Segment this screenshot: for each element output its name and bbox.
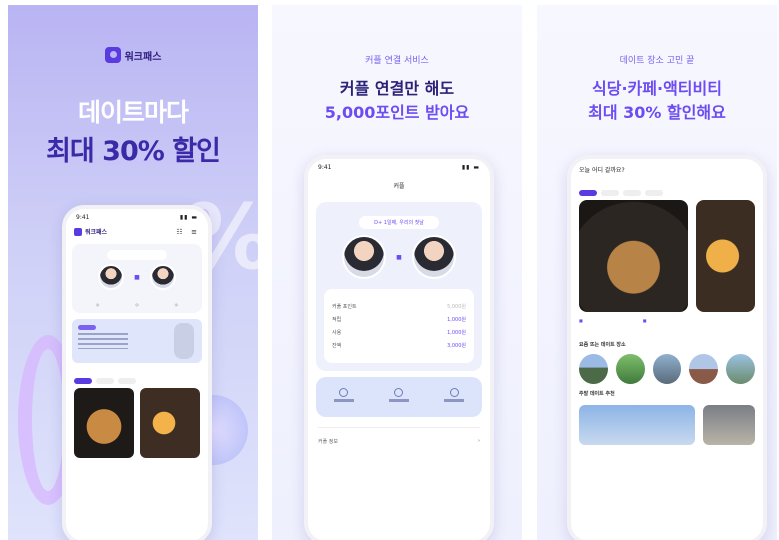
action-couple-connect[interactable] xyxy=(332,388,356,406)
points-row: 사용 1,000원 xyxy=(332,330,466,336)
banner-tag xyxy=(78,325,96,330)
section-title xyxy=(74,369,200,375)
headline-line1: 데이트마다 xyxy=(77,98,189,127)
divider xyxy=(318,427,480,428)
screen-title: 커플 xyxy=(393,183,405,190)
menu-row[interactable]: 커플 정보 › xyxy=(318,438,480,445)
couple-stats: ◎ ◎ ◎ xyxy=(95,302,179,307)
headline-line1: 커플 연결만 해도 xyxy=(339,79,455,98)
points-card: 커플 포인트 5,000원 적립 1,000원 사용 1,000원 잔액 3,000원 xyxy=(324,289,474,363)
headline-line2: 5,000포인트 받아요 xyxy=(324,103,470,122)
signal-battery-icon: ▮▮ ▬ xyxy=(179,214,198,221)
points-row: 커플 포인트 5,000원 xyxy=(332,304,466,310)
app-header: 워크패스 ☷ ≡ xyxy=(66,221,208,242)
promo-panel-discount: % 워크패스 데이트마다 최대 30% 할인 9:41 ▮▮ ▬ 워크패스 ☷ … xyxy=(8,5,258,540)
couple-card: D+ 1일째, 우리의 첫날 ■ 커플 포인트 5,000원 적립 1,000원 사… xyxy=(316,202,482,371)
link-dot-icon: ■ xyxy=(396,253,402,261)
category-chips xyxy=(74,378,200,384)
avatar-names xyxy=(78,292,196,297)
chip[interactable] xyxy=(96,378,114,384)
city-thumb[interactable] xyxy=(579,354,608,384)
chip-active[interactable] xyxy=(579,190,597,196)
section-title: 주말 데이트 추천 xyxy=(579,391,615,397)
headline-line2: 최대 30% 할인해요 xyxy=(588,103,726,122)
place-card-image[interactable] xyxy=(696,200,755,312)
couple-avatars: ■ xyxy=(78,264,196,290)
status-bar: 9:41 ▮▮ ▬ xyxy=(66,209,208,221)
city-thumb[interactable] xyxy=(689,354,719,384)
action-settings[interactable] xyxy=(442,388,466,406)
chip[interactable] xyxy=(623,190,641,196)
status-bar: 9:41 ▮▮ ▬ xyxy=(308,159,490,171)
header-icons[interactable]: ☷ ≡ xyxy=(176,228,200,236)
eyebrow-text: 커플 연결 서비스 xyxy=(365,56,429,66)
chevron-right-icon: › xyxy=(478,438,480,444)
action-bar xyxy=(316,377,482,417)
landscape-cards xyxy=(579,405,755,445)
avatar-right xyxy=(411,235,456,279)
promo-banner[interactable] xyxy=(72,319,202,363)
points-row: 잔액 3,000원 xyxy=(332,343,466,349)
landscape-image[interactable] xyxy=(579,405,695,445)
brand-logo: 워크패스 xyxy=(8,47,258,63)
place-captions xyxy=(579,329,755,335)
eyebrow-text: 데이트 장소 고민 끝 xyxy=(619,56,695,66)
app-store-screenshots: % 워크패스 데이트마다 최대 30% 할인 9:41 ▮▮ ▬ 워크패스 ☷ … xyxy=(0,0,779,540)
city-list xyxy=(579,354,755,384)
status-time: 9:41 xyxy=(318,164,332,171)
couple-avatars: ■ xyxy=(324,235,474,279)
calendar-icon xyxy=(394,388,404,397)
promo-panel-places: 데이트 장소 고민 끝 식당·카페·액티비티 최대 30% 할인해요 오늘 어디… xyxy=(537,5,777,540)
phone-mockup: 9:41 ▮▮ ▬ 커플 D+ 1일째, 우리의 첫날 ■ 커플 포인트 5,00… xyxy=(304,155,494,540)
chip[interactable] xyxy=(645,190,663,196)
link-dot-icon: ■ xyxy=(134,273,140,281)
headline-line2: 최대 30% 할인 xyxy=(46,136,221,167)
food-card-image[interactable] xyxy=(140,388,200,458)
couple-card[interactable]: ■ ◎ ◎ ◎ xyxy=(72,244,202,313)
landscape-image[interactable] xyxy=(702,405,755,445)
city-thumb[interactable] xyxy=(652,354,682,384)
action-date[interactable] xyxy=(387,388,411,406)
chip[interactable] xyxy=(601,190,619,196)
banner-image xyxy=(174,323,194,359)
couple-pill xyxy=(107,250,167,260)
food-card-image[interactable] xyxy=(74,388,134,458)
promo-panel-couple: 커플 연결 서비스 커플 연결만 해도 5,000포인트 받아요 9:41 ▮▮… xyxy=(272,5,522,540)
question-sub xyxy=(579,176,755,181)
gear-icon xyxy=(449,388,459,397)
city-thumb[interactable] xyxy=(726,354,755,384)
city-thumb[interactable] xyxy=(615,354,645,384)
question-text: 오늘 어디 갈까요? xyxy=(579,167,625,174)
avatar-right xyxy=(149,264,176,290)
signal-battery-icon: ▮▮ ▬ xyxy=(461,164,480,171)
brand-name: 워크패스 xyxy=(124,51,162,63)
points-row: 적립 1,000원 xyxy=(332,317,466,323)
chip[interactable] xyxy=(118,378,136,384)
food-cards xyxy=(74,388,200,458)
app-logo-icon xyxy=(74,227,82,236)
place-cards xyxy=(579,200,755,312)
place-card-image[interactable] xyxy=(579,200,689,312)
dday-pill: D+ 1일째, 우리의 첫날 xyxy=(359,216,439,229)
phone-mockup: 9:41 ▮▮ ▬ 워크패스 ☷ ≡ ■ ◎ ◎ ◎ xyxy=(62,205,212,540)
section-title: 요즘 뜨는 데이트 장소 xyxy=(579,342,626,348)
place-tags: ■ ■ xyxy=(579,318,647,323)
phone-mockup: 오늘 어디 갈까요? ■ ■ 요즘 뜨는 데이트 장소 주말 데이트 추천 xyxy=(567,155,767,540)
banner-text xyxy=(78,333,128,349)
avatar-left xyxy=(98,264,125,290)
headline-line1: 식당·카페·액티비티 xyxy=(592,79,722,98)
category-chips xyxy=(579,190,755,196)
app-name: 워크패스 xyxy=(85,229,108,236)
brand-mark-icon xyxy=(104,47,121,63)
status-time: 9:41 xyxy=(76,214,90,221)
avatar-left xyxy=(342,235,387,279)
place-header: 오늘 어디 갈까요? xyxy=(571,159,763,187)
chip-active[interactable] xyxy=(74,378,92,384)
link-icon xyxy=(339,388,349,397)
